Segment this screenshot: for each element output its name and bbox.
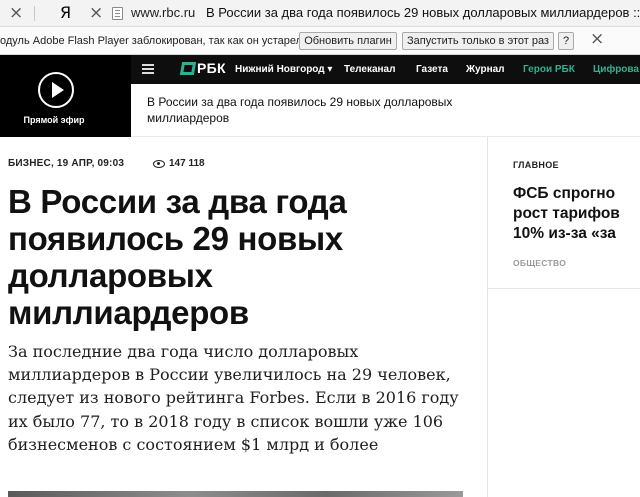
flash-message: одуль Adobe Flash Player заблокирован, т… [0,35,306,47]
article-title: В России за два года появилось 29 новых … [8,183,347,331]
sidebar-headline[interactable]: ФСБ спрогно рост тарифов 10% из-за «за [513,184,640,244]
sidebar-headline-line: ФСБ спрогно [513,185,616,202]
rbc-logo-icon [179,62,197,75]
play-icon[interactable] [38,72,74,108]
sidebar-section-tag[interactable]: ОБЩЕСТВО [513,258,566,268]
run-once-button[interactable]: Запустить только в этот раз [402,32,554,50]
banner-headline[interactable]: В России за два года появилось 29 новых … [147,94,487,126]
nav-link-newspaper[interactable]: Газета [416,64,448,75]
article-meta: БИЗНЕС, 19 АПР, 09:03 [8,158,125,169]
nav-link-tv[interactable]: Телеканал [344,64,395,75]
nav-link-magazine[interactable]: Журнал [466,64,505,75]
eye-icon [153,160,165,168]
page-title-text: В России за два года появилось 29 новых … [206,5,640,20]
view-count: 147 118 [169,158,205,169]
menu-icon[interactable] [142,64,154,74]
address-url[interactable]: www.rbc.ru [131,5,195,20]
nav-link-digital[interactable]: Цифрова [593,64,639,75]
browser-tab-bar: × Я × www.rbc.ru В России за два года по… [0,0,640,27]
close-tab-icon[interactable]: × [9,3,23,23]
sidebar-divider [487,288,640,289]
yandex-logo-icon[interactable]: Я [60,3,71,23]
tab-divider [34,6,35,21]
live-label[interactable]: Прямой эфир [0,115,108,125]
article-photo [8,491,463,497]
rbc-logo-text: РБК [197,60,226,76]
page-icon [112,7,123,20]
close-notification-icon[interactable]: × [590,29,604,49]
close-tab-icon[interactable]: × [89,3,103,23]
article-lead: За последние два года число долларовых м… [8,342,459,454]
flash-notification-bar: одуль Adobe Flash Player заблокирован, т… [0,27,640,55]
live-broadcast-block[interactable]: Прямой эфир [0,55,131,137]
nav-link-heroes[interactable]: Герои РБК [523,64,575,75]
sidebar-label: ГЛАВНОЕ [513,160,559,170]
sidebar-headline-line: рост тарифов [513,205,620,222]
sidebar-headline-line: 10% из-за «за [513,225,616,242]
help-button[interactable]: ? [558,32,574,50]
city-selector[interactable]: Нижний Новгород ▾ [235,64,332,75]
update-plugin-button[interactable]: Обновить плагин [299,32,397,50]
